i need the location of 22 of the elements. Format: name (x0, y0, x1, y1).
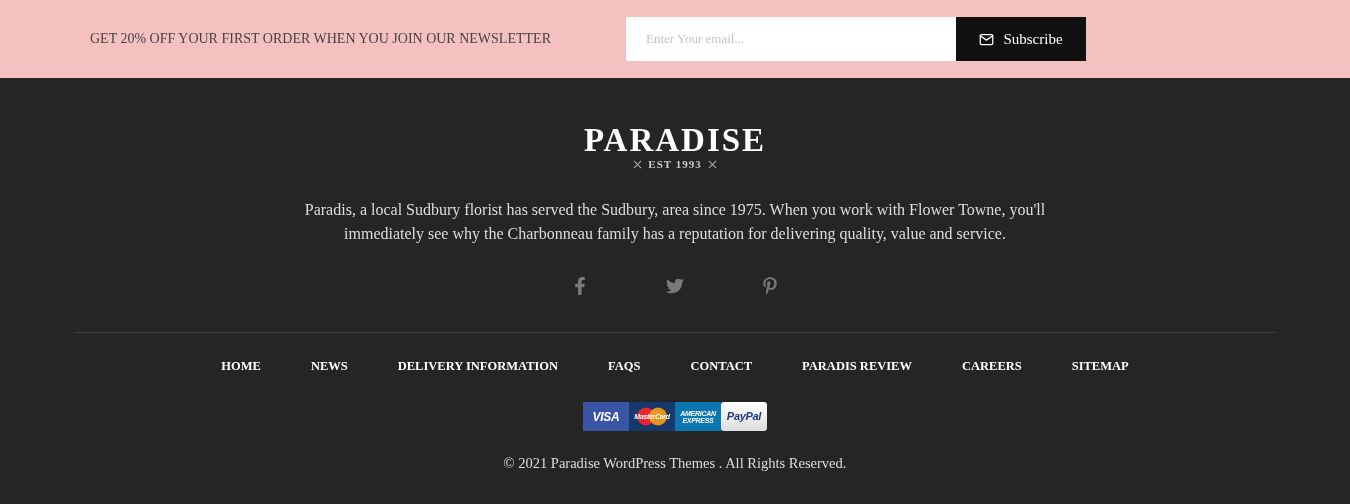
twitter-icon[interactable] (665, 277, 685, 295)
pinterest-icon[interactable] (760, 277, 780, 295)
logo: PARADISE (583, 124, 767, 156)
nav-link[interactable]: DELIVERY INFORMATION (397, 359, 559, 374)
cross-icon (707, 159, 717, 169)
nav-link[interactable]: NEWS (310, 359, 348, 374)
nav-link[interactable]: HOME (221, 359, 261, 374)
subscribe-button[interactable]: Subscribe (956, 17, 1086, 61)
newsletter-text: GET 20% OFF YOUR FIRST ORDER WHEN YOU JOIN OUR NEWSLETTER (90, 31, 552, 47)
copyright-text: © 2021 Paradise WordPress Themes . All Rights Reserved. (503, 455, 847, 472)
email-field[interactable]: Enter Your email... (626, 17, 956, 61)
payment-card: PayPal (721, 402, 767, 431)
mail-icon (979, 31, 995, 47)
nav-link[interactable]: CONTACT (690, 359, 753, 374)
payment-card: VISA (583, 402, 629, 431)
cross-icon (633, 159, 643, 169)
nav-link[interactable]: FAQS (608, 359, 641, 374)
nav-link[interactable]: SITEMAP (1071, 359, 1129, 374)
logo-tagline: EST 1993 (648, 158, 702, 170)
about-text: Paradis, a local Sudbury florist has served the Sudbury, area since 1975. When you work with Flower Towne, you'll immediately see why the Charbonneau family has a reputation for delivering quality, value and service. (303, 200, 1047, 245)
nav-link[interactable]: CAREERS (961, 359, 1022, 374)
nav-link[interactable]: PARADIS REVIEW (802, 359, 912, 374)
